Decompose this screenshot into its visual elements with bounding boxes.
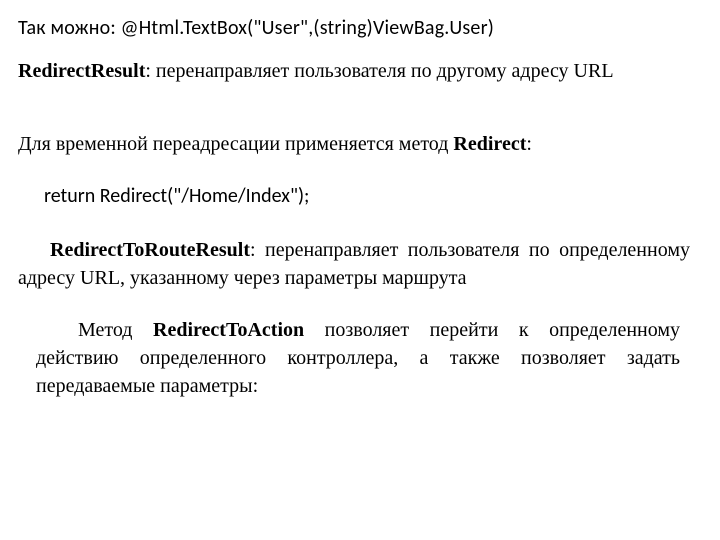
- action-bold: RedirectToAction: [153, 319, 304, 341]
- code-redirect-example: return Redirect("/Home/Index");: [18, 184, 690, 208]
- intro-prefix: Так можно:: [18, 16, 121, 40]
- route-result-term: RedirectToRouteResult: [50, 239, 250, 261]
- action-prefix: Метод: [78, 319, 153, 341]
- redirect-prefix: Для временной переадресации применяется …: [18, 133, 453, 155]
- redirect-bold: Redirect: [453, 133, 526, 155]
- redirect-method-paragraph: Для временной переадресации применяется …: [18, 131, 690, 158]
- redirect-suffix: :: [526, 133, 532, 155]
- spacer: [18, 103, 690, 131]
- redirect-result-term: RedirectResult: [18, 60, 145, 82]
- redirect-result-text: : перенаправляет пользователя по другому…: [145, 60, 613, 82]
- intro-code: @Html.TextBox("User",(string)ViewBag.Use…: [121, 16, 494, 40]
- redirect-result-paragraph: RedirectResult: перенаправляет пользоват…: [18, 58, 690, 85]
- intro-line: Так можно: @Html.TextBox("User",(string)…: [18, 16, 690, 40]
- redirect-to-action-paragraph: Метод RedirectToAction позволяет перейти…: [18, 316, 690, 400]
- redirect-to-route-paragraph: RedirectToRouteResult: перенаправляет по…: [18, 236, 690, 292]
